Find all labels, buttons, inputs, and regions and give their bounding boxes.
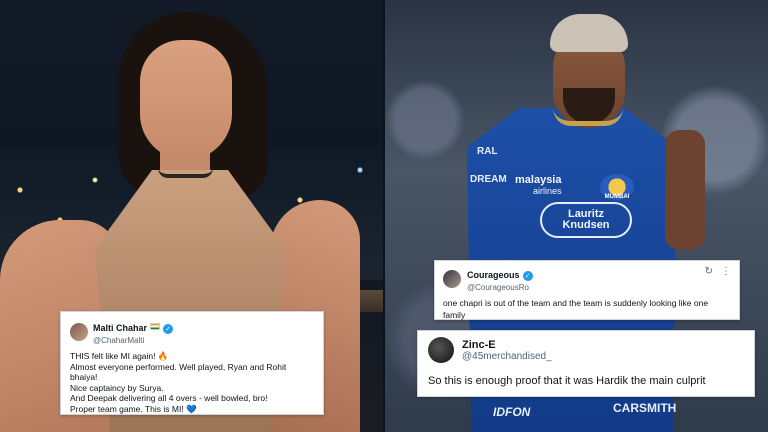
tweet-line: Almost everyone performed. Well played, …: [70, 361, 287, 383]
author-name[interactable]: Zinc-E: [462, 339, 552, 351]
jersey-dream-text: DREAM: [470, 174, 507, 185]
tweet-card-zinc[interactable]: Zinc-E @45merchandised_ So this is enoug…: [417, 330, 755, 397]
author-name[interactable]: Malti Chahar: [93, 323, 147, 333]
author-handle[interactable]: @ChaharMalti: [93, 336, 173, 345]
tweet-line: And Deepak delivering all 4 overs - well…: [70, 393, 268, 403]
tweet-text: THIS felt like MI again! 🔥 Almost everyo…: [70, 351, 314, 414]
necklace: [158, 168, 213, 178]
jersey-chest-text: RAL: [477, 146, 498, 157]
refresh-icon[interactable]: ↻: [705, 266, 713, 277]
tweet-line: family: [443, 309, 466, 320]
jersey-sponsor-badge: Lauritz Knudsen: [540, 202, 632, 238]
avatar[interactable]: [70, 322, 88, 341]
tweet-line: Proper team game. This is MI! 💙: [70, 403, 197, 414]
india-flag-icon: [150, 323, 161, 331]
jersey-sponsor-malaysia: malaysia: [515, 174, 562, 186]
tweet-header: Malti Chahar ✓ @ChaharMalti: [70, 318, 314, 345]
tweet-header: Courageous ✓ @CourageousRo: [443, 265, 731, 292]
avatar[interactable]: [428, 337, 454, 363]
jersey-bottom-sponsor-right: CARSMITH: [613, 401, 677, 415]
jersey-collar: [553, 108, 623, 126]
player-arm: [665, 130, 705, 250]
more-options-icon[interactable]: ⋮: [721, 266, 731, 277]
tweet-header: Zinc-E @45merchandised_: [428, 337, 744, 363]
tweet-line: one chapri is out of the team and the te…: [443, 298, 709, 308]
jersey-bottom-sponsor-left: IDFON: [493, 405, 531, 419]
verified-icon: ✓: [522, 271, 533, 281]
tweet-text: So this is enough proof that it was Hard…: [428, 375, 706, 387]
tweet-card-malti[interactable]: Malti Chahar ✓ @ChaharMalti THIS felt lik…: [60, 311, 324, 415]
woman-face: [140, 40, 232, 160]
sponsor-badge-line2: Knudsen: [562, 219, 610, 231]
avatar[interactable]: [443, 269, 461, 288]
author-handle[interactable]: @45merchandised_: [462, 351, 552, 362]
jersey-sponsor-airlines: airlines: [533, 186, 562, 196]
tweet-actions: ↻ ⋮: [705, 266, 731, 277]
tweet-line: Nice captaincy by Surya.: [70, 382, 164, 393]
tweet-author: Malti Chahar ✓ @ChaharMalti: [93, 318, 174, 345]
player-hair: [550, 14, 628, 52]
tweet-author: Courageous ✓ @CourageousRo: [467, 265, 533, 292]
author-name[interactable]: Courageous: [467, 270, 520, 280]
tweet-line: THIS felt like MI again! 🔥: [70, 351, 169, 361]
verified-icon: ✓: [163, 324, 174, 334]
tweet-author: Zinc-E @45merchandised_: [462, 339, 552, 362]
mi-logo: MUMBAI: [600, 174, 634, 200]
author-handle[interactable]: @CourageousRo: [467, 283, 533, 292]
tweet-text: one chapri is out of the team and the te…: [443, 298, 731, 321]
tweet-card-courageous[interactable]: ↻ ⋮ Courageous ✓ @CourageousRo one chapri…: [434, 260, 740, 320]
mi-logo-text: MUMBAI: [604, 194, 630, 200]
